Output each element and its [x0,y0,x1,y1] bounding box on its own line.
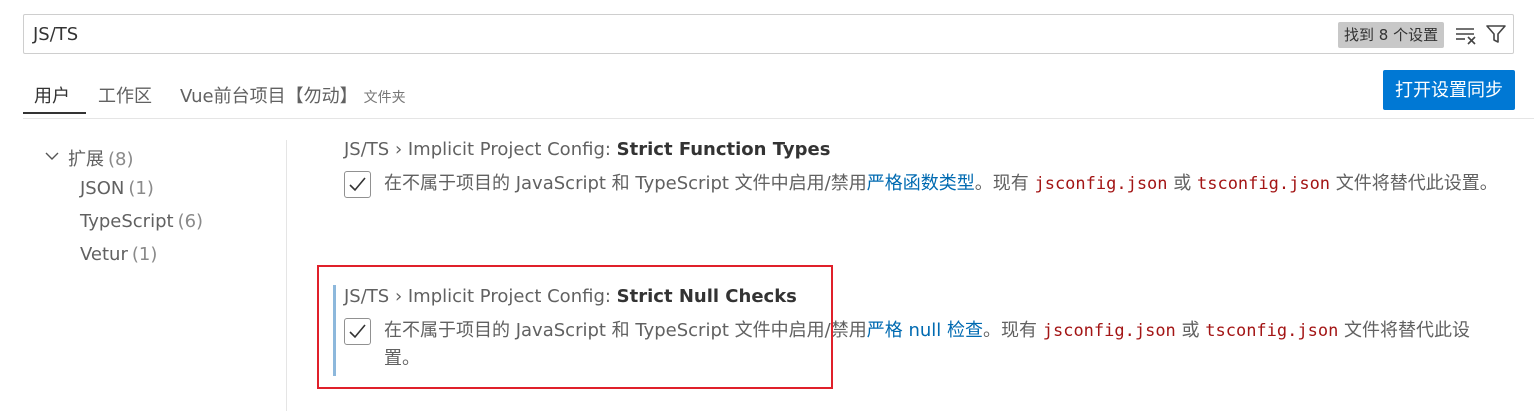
toc-divider [286,140,287,411]
toc-item-label: Vetur [80,244,128,265]
code-jsconfig: jsconfig.json [1034,174,1168,194]
toc-item-count: (1) [131,244,158,265]
code-tsconfig: tsconfig.json [1205,321,1339,341]
toc-item-typescript[interactable]: TypeScript (6) [80,211,203,232]
filter-icon[interactable] [1484,22,1508,46]
clear-filter-icon[interactable] [1454,23,1478,47]
toc-group-label: 扩展 [68,149,104,170]
desc-text: 。现有 [983,320,1043,341]
checkmark-icon [349,177,366,192]
code-tsconfig: tsconfig.json [1196,174,1331,194]
turn-on-settings-sync-button[interactable]: 打开设置同步 [1383,70,1515,110]
active-tab-indicator [23,112,86,114]
setting-title: JS/TS › Implicit Project Config: Strict … [344,139,830,160]
toc-item-label: JSON [80,178,125,199]
tab-folder-label: Vue前台项目【勿动】 [180,86,358,107]
desc-text: 或 [1167,173,1197,194]
chevron-down-icon[interactable] [44,148,60,164]
setting-name: Strict Function Types [616,139,831,160]
result-count-badge: 找到 8 个设置 [1338,22,1445,48]
desc-text: 文件将替代此设置。 [1330,173,1498,194]
toc-item-vetur[interactable]: Vetur (1) [80,244,157,265]
tabs-divider [23,118,1534,119]
toc-group-count: (8) [108,149,134,170]
code-jsconfig: jsconfig.json [1042,321,1176,341]
toc-item-count: (1) [128,178,154,199]
setting-checkbox[interactable] [344,171,371,198]
toc-item-count: (6) [177,211,204,232]
search-query-text: JS/TS [33,24,79,45]
tab-folder-sublabel: 文件夹 [363,90,406,106]
tab-user[interactable]: 用户 [34,82,70,108]
desc-text: 或 [1175,320,1206,341]
settings-search-input[interactable]: JS/TS 找到 8 个设置 [23,14,1514,54]
toc-item-json[interactable]: JSON (1) [80,178,154,199]
annotation-highlight-box [317,265,833,389]
setting-category: JS/TS › Implicit Project Config: [344,139,617,160]
setting-link[interactable]: 严格 null 检查 [867,320,983,341]
desc-text: 。现有 [974,173,1035,194]
tab-workspace[interactable]: 工作区 [98,82,152,108]
desc-text: 在不属于项目的 JavaScript 和 TypeScript 文件中启用/禁用 [384,173,867,194]
setting-link[interactable]: 严格函数类型 [867,173,975,194]
tab-folder[interactable]: Vue前台项目【勿动】 文件夹 [180,82,406,108]
toc-item-label: TypeScript [80,211,174,232]
toc-group-extensions[interactable]: 扩展 (8) [68,145,134,171]
setting-description: 在不属于项目的 JavaScript 和 TypeScript 文件中启用/禁用… [384,170,1504,198]
settings-scope-tabs: 用户 工作区 Vue前台项目【勿动】 文件夹 打开设置同步 [0,70,1534,118]
